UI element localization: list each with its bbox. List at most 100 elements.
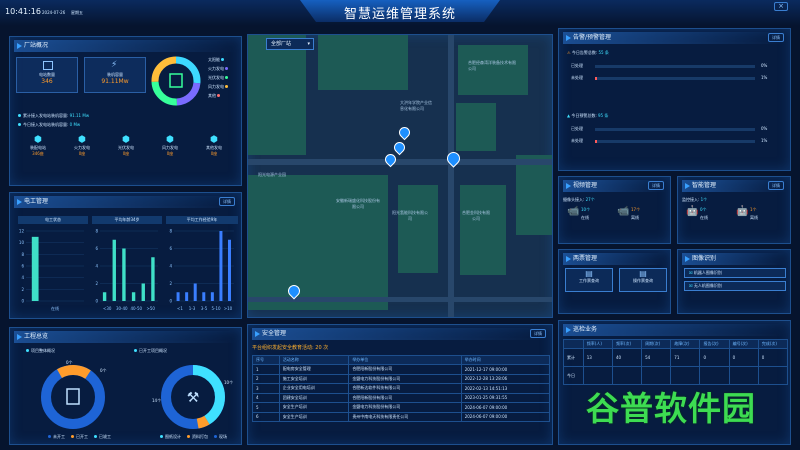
- video-access: 摄像头接入: 27个: [563, 197, 595, 202]
- clock-time: 10:41:16: [5, 7, 41, 16]
- electrician-tab-status[interactable]: 电工状态: [18, 216, 88, 224]
- project-donut-1: [41, 365, 105, 429]
- map-road: [448, 35, 454, 317]
- page-title: 智慧运维管理系统: [343, 7, 456, 22]
- electrician-status-chart: 0 2 4 6 8 10 12 在线: [19, 229, 84, 311]
- alarm-more-button[interactable]: 详情: [768, 33, 784, 42]
- electrician-more-button[interactable]: 详情: [219, 197, 235, 206]
- map-marker-icon[interactable]: [391, 139, 408, 156]
- plant-count-card: 电站数量 346: [16, 57, 78, 93]
- today-alarm: ⚠ 今日告警总数: 55 条: [567, 50, 609, 55]
- warn-done-label: 已处理: [571, 126, 583, 131]
- type-row: ⬢ 装配电站 346座 ⬢ 火力发电 0座 ⬢ 光伏发电 0座 ⬢ 风力发电 0座 ⬢ 其他发电 0…: [16, 135, 236, 179]
- table-row[interactable]: 4 团建安全培训 合肥阳新股份有限公司 2023-01-25 09:31:55: [252, 392, 551, 403]
- type-item: ⬢ 装配电站 346座: [30, 135, 46, 156]
- robot-offline-label: 离线: [750, 215, 758, 220]
- station-panel: 厂站概况 电站数量 346 装机容量 91.11Mw ⚡ 太阳能 火力发电 光伏…: [9, 36, 242, 186]
- video-panel: 视频管理 详情 摄像头接入: 27个 📹 10个 在线 📹 17个 离线: [558, 176, 671, 244]
- tick-label: >10: [224, 306, 233, 311]
- type-item: ⬢ 其他发电 0座: [206, 135, 222, 156]
- chart-bar: [31, 236, 39, 301]
- table-row[interactable]: 2 施工安全培训 金盟电力科技股份有限公司 2022-12-28 13:28:06: [252, 373, 551, 384]
- robot-offline-val: 1个: [750, 207, 757, 212]
- safety-table: 序号 活动名称 举办单位 举办时间 1 配电房安全管理 合肥阳新股份有限公司 2021-12…: [252, 355, 551, 422]
- close-button[interactable]: ×: [774, 2, 788, 11]
- watermark-logo: 谷普软件园: [586, 389, 756, 428]
- chart-bar: [151, 257, 155, 301]
- ticket-title: 两票管理: [563, 253, 666, 265]
- work-ticket-button[interactable]: ▤ 工作票查询: [565, 268, 613, 292]
- plant-count-value: 346: [41, 78, 53, 85]
- project-donut-2: ⚒: [161, 365, 225, 429]
- donut1-label-a: 0个: [66, 360, 73, 365]
- map-label: 阳光电源产业园: [258, 172, 286, 177]
- chart-bar: [210, 292, 214, 301]
- tick-label: 1-3: [189, 306, 196, 311]
- table-row: 累计 13 40 54 71 0 0 0: [563, 348, 789, 367]
- map-panel[interactable]: 全部厂站 ▾: [247, 34, 553, 318]
- map-block: [248, 175, 388, 310]
- inspect-title: 巡检业务: [563, 324, 786, 336]
- plant-icon: [43, 61, 53, 70]
- chart-bar: [131, 292, 136, 301]
- electrician-tab-exp[interactable]: 平均工作经验9年: [166, 216, 238, 224]
- safety-more-button[interactable]: 详情: [530, 329, 546, 338]
- map-label: 阳光氢能科技有限公司: [392, 210, 428, 221]
- legend-item: 资料打包: [187, 434, 208, 440]
- station-title: 厂站概况: [14, 40, 237, 52]
- table-row[interactable]: 3 企业安全用电培训 合肥新达软件科技有限公司 2022-02-13 14:51:13: [252, 383, 551, 394]
- video-more-button[interactable]: 详情: [648, 181, 664, 190]
- drone-image-button[interactable]: ☒ 无人机图像识别: [684, 281, 786, 291]
- legend-item: 图纸设计: [160, 434, 181, 440]
- project-title: 工程总览: [14, 331, 237, 343]
- chart-bar: [219, 231, 223, 301]
- table-row[interactable]: 5 安全生产培训 金盟电力科技股份有限公司 2024-06-07 09:00:00: [252, 402, 551, 413]
- electrician-exp-chart: 0 2 4 6 8 <1 1-3 3-5 5-10 >10: [169, 229, 234, 311]
- robot-online-label: 在线: [700, 215, 708, 220]
- electrician-age-chart: 0 2 4 6 8 <30 30-40 40-50 >50: [95, 229, 158, 311]
- map-label: 合肥金科技有限公司: [462, 210, 490, 221]
- tick-label: 2: [169, 281, 172, 286]
- robot-panel: 智能管理 详情 监控接入: 1个 🤖 0个 在线 🤖 1个 离线: [677, 176, 791, 244]
- map-label: 大洪年学院产业信息化有限公司: [400, 100, 432, 111]
- legend-item: 已竣工: [94, 434, 111, 440]
- warn-undone-label: 未处理: [571, 138, 583, 143]
- today-warn: ▲ 今日预警总数: 95 条: [567, 113, 609, 118]
- electrician-panel: 电工管理 详情 电工状态 平均年龄34岁 平均工作经验9年 0 2 4 6 8 10 12 在…: [9, 192, 242, 319]
- project-panel: 工程总览 项目整体概况 已开工项目概况 0个 0个 ⚒ 10个 14个 未开工 …: [9, 327, 242, 445]
- project-legend-2: 图纸设计 资料打包 现场: [160, 434, 227, 440]
- table-row[interactable]: 1 配电房安全管理 合肥阳新股份有限公司 2021-12-17 09:00:00: [252, 364, 551, 375]
- operation-ticket-button[interactable]: ▤ 操作票查询: [619, 268, 667, 292]
- robot-more-button[interactable]: 详情: [768, 181, 784, 190]
- tick-label: 8: [21, 252, 24, 257]
- station-select[interactable]: 全部厂站 ▾: [266, 38, 314, 50]
- legend-item: 未开工: [48, 434, 65, 440]
- warn-undone-pct: 1%: [761, 138, 768, 143]
- robot-image-button[interactable]: ☒ 机器人图像识别: [684, 268, 786, 278]
- today-capacity: 今日接入发电站装机容量: 0 Mw: [18, 122, 80, 128]
- legend-item: 其他: [208, 91, 230, 100]
- clipboard-icon: [66, 388, 80, 405]
- legend-item: 太阳能: [208, 55, 230, 64]
- robot-access: 监控接入: 1个: [682, 197, 708, 202]
- warn-undone-bar: [595, 140, 755, 143]
- map-marker-icon[interactable]: [396, 124, 413, 141]
- donut-center-icon: [169, 73, 183, 88]
- tick-label: 3-5: [201, 306, 208, 311]
- table-header: 序号 活动名称 举办单位 举办时间: [252, 355, 551, 365]
- map-label: 合肥经森湾洋装备技术有限公司: [468, 60, 516, 71]
- map-block: [318, 35, 408, 90]
- table-row[interactable]: 6 安全生产培训 贵州中南电天科技有限责任公司 2024-06-07 09:00:00: [252, 411, 551, 422]
- legend-item: 风力发电: [208, 82, 230, 91]
- tick-label: 5-10: [211, 306, 221, 311]
- chart-bar: [176, 292, 180, 301]
- video-offline-val: 17个: [631, 207, 641, 212]
- electrician-tab-age[interactable]: 平均年龄34岁: [92, 216, 162, 224]
- chart-bar: [202, 292, 206, 301]
- video-online-label: 在线: [581, 215, 589, 220]
- acc-capacity: 累计接入发电站装机容量: 91.11 Mw: [18, 113, 89, 119]
- tick-label: 0: [95, 299, 98, 304]
- map-block: [456, 103, 496, 151]
- alarm-done-label: 已处理: [571, 63, 583, 68]
- clock-weekday: 星期五: [71, 10, 83, 15]
